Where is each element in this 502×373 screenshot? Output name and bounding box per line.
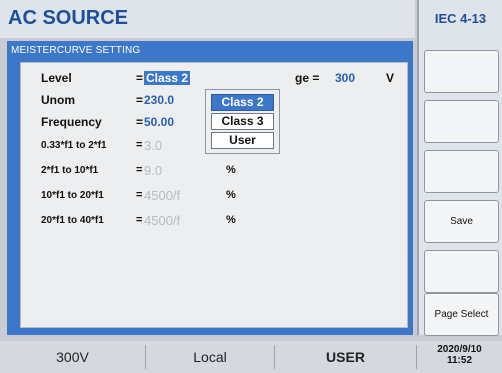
unom-field[interactable]: 230.0 xyxy=(144,93,174,107)
voltage-field[interactable]: 300 xyxy=(335,71,355,85)
status-user: USER xyxy=(326,349,365,365)
voltage-unit: V xyxy=(386,71,395,85)
status-voltage: 300V xyxy=(56,349,89,365)
app-title: AC SOURCE xyxy=(8,7,129,29)
page-select-button[interactable]: Page Select xyxy=(424,293,499,336)
unom-label: Unom xyxy=(41,93,75,107)
harmonic-row-eq: = xyxy=(136,164,143,176)
frequency-eq: = xyxy=(136,115,144,129)
status-bar: 300V Local USER 2020/9/10 11:52 xyxy=(0,341,502,373)
level-label: Level xyxy=(41,71,72,85)
level-field[interactable]: Class 2 xyxy=(144,71,191,85)
level-eq: = xyxy=(136,71,144,85)
unom-eq: = xyxy=(136,93,144,107)
harmonic-row-value[interactable]: 4500/f xyxy=(144,188,180,203)
status-date: 2020/9/10 xyxy=(437,344,482,355)
status-time: 11:52 xyxy=(446,355,473,366)
dropdown-option-class-2[interactable]: Class 2 xyxy=(211,94,274,111)
dropdown-option-class-3[interactable]: Class 3 xyxy=(211,113,274,130)
save-button[interactable]: Save xyxy=(424,200,499,243)
harmonic-row-unit: % xyxy=(226,164,236,176)
harmonic-row-unit: % xyxy=(226,189,236,201)
harmonic-row-label: 20*f1 to 40*f1 xyxy=(41,215,104,226)
harmonic-row-label: 10*f1 to 20*f1 xyxy=(41,190,104,201)
softkey-panel: Save Page Select xyxy=(417,38,502,336)
harmonic-row-value[interactable]: 4500/f xyxy=(144,213,180,228)
title-bar: AC SOURCE xyxy=(0,0,415,38)
frequency-label: Frequency xyxy=(41,115,102,129)
softkey-5[interactable] xyxy=(424,250,499,293)
level-dropdown: Class 2 Class 3 User xyxy=(205,89,280,154)
standard-box: IEC 4-13 xyxy=(417,0,502,38)
harmonic-row-unit: % xyxy=(226,214,236,226)
harmonic-row-eq: = xyxy=(136,189,143,201)
dropdown-option-user[interactable]: User xyxy=(211,132,274,149)
panel-title: MEISTERCURVE SETTING xyxy=(11,45,141,56)
harmonic-row-eq: = xyxy=(136,139,143,151)
status-datetime: 2020/9/10 11:52 xyxy=(417,344,502,366)
status-mode: Local xyxy=(193,349,227,365)
softkey-1[interactable] xyxy=(424,50,499,93)
voltage-label: ge = xyxy=(295,71,320,85)
harmonic-row-eq: = xyxy=(136,214,143,226)
harmonic-row-label: 0.33*f1 to 2*f1 xyxy=(41,140,107,151)
harmonic-row-label: 2*f1 to 10*f1 xyxy=(41,165,99,176)
harmonic-row-value[interactable]: 9.0 xyxy=(144,163,162,178)
frequency-field[interactable]: 50.00 xyxy=(144,115,174,129)
softkey-2[interactable] xyxy=(424,100,499,143)
harmonic-row-value[interactable]: 3.0 xyxy=(144,138,162,153)
standard-label: IEC 4-13 xyxy=(434,11,487,26)
settings-panel: MEISTERCURVE SETTING Level = Class 2 ge … xyxy=(7,41,413,335)
softkey-3[interactable] xyxy=(424,150,499,193)
